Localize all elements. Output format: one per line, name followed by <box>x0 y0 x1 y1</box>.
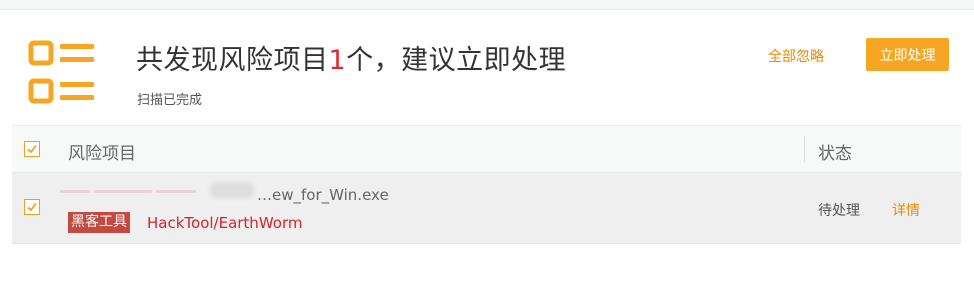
column-header-status: 状态 <box>818 144 852 164</box>
file-name: …ew_for_Win.exe <box>257 186 389 204</box>
checkmark-icon <box>27 144 37 154</box>
column-divider <box>804 136 805 162</box>
table-header: 风险项目 状态 <box>12 125 961 173</box>
details-link[interactable]: 详情 <box>892 200 920 220</box>
table-row[interactable]: …ew_for_Win.exe 黑客工具 HackTool/EarthWorm … <box>12 173 961 244</box>
ignore-all-link[interactable]: 全部忽略 <box>768 46 824 66</box>
row-checkbox[interactable] <box>24 199 40 215</box>
risk-table: 风险项目 状态 …ew_for_Win.exe 黑客工具 HackTool/Ea… <box>12 125 961 244</box>
top-strip <box>0 0 974 10</box>
headline-prefix: 共发现风险项目 <box>136 45 329 76</box>
row-status: 待处理 <box>818 203 860 219</box>
column-header-risk-item: 风险项目 <box>68 144 136 164</box>
risk-count: 1 <box>328 45 347 76</box>
threat-name: HackTool/EarthWorm <box>147 214 303 232</box>
checkmark-icon <box>27 202 37 212</box>
risk-category-badge: 黑客工具 <box>68 212 130 233</box>
report-list-icon <box>28 40 94 104</box>
select-all-checkbox[interactable] <box>24 141 40 157</box>
scan-status-text: 扫描已完成 <box>137 93 203 108</box>
headline-suffix: 个，建议立即处理 <box>346 45 567 76</box>
scan-result-headline: 共发现风险项目1个，建议立即处理 <box>136 38 566 77</box>
handle-now-button[interactable]: 立即处理 <box>866 38 949 71</box>
redacted-file-path <box>60 181 255 201</box>
